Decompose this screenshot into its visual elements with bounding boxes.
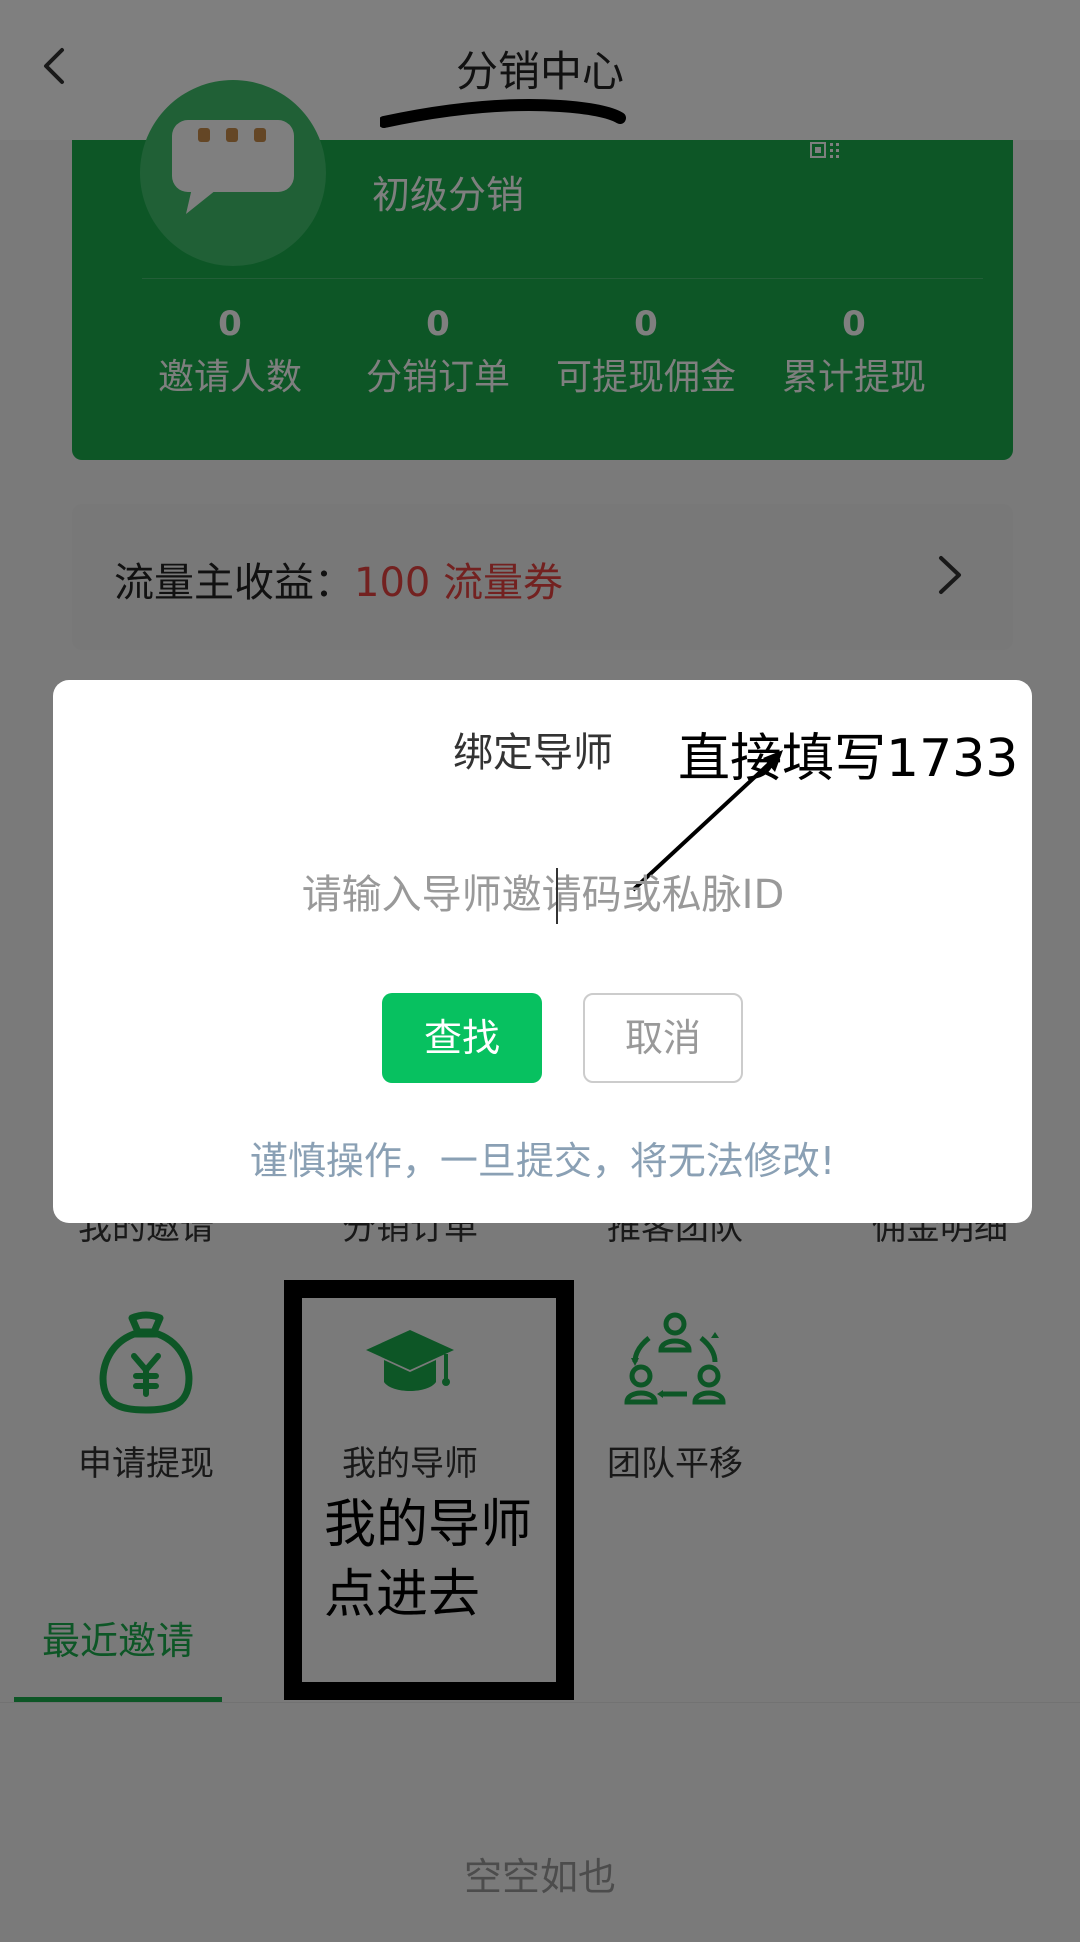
search-button[interactable]: 查找 [382,993,542,1083]
mentor-id-input[interactable] [173,855,913,935]
cancel-button[interactable]: 取消 [583,993,743,1083]
dialog-warning-text: 谨慎操作，一旦提交，将无法修改! [249,1139,836,1183]
text-caret [556,868,558,924]
bind-mentor-dialog: 绑定导师 直接填写1733 查找 取消 谨慎操作，一旦提交，将无法修改! [53,680,1032,1223]
dialog-title: 绑定导师 [453,730,613,776]
